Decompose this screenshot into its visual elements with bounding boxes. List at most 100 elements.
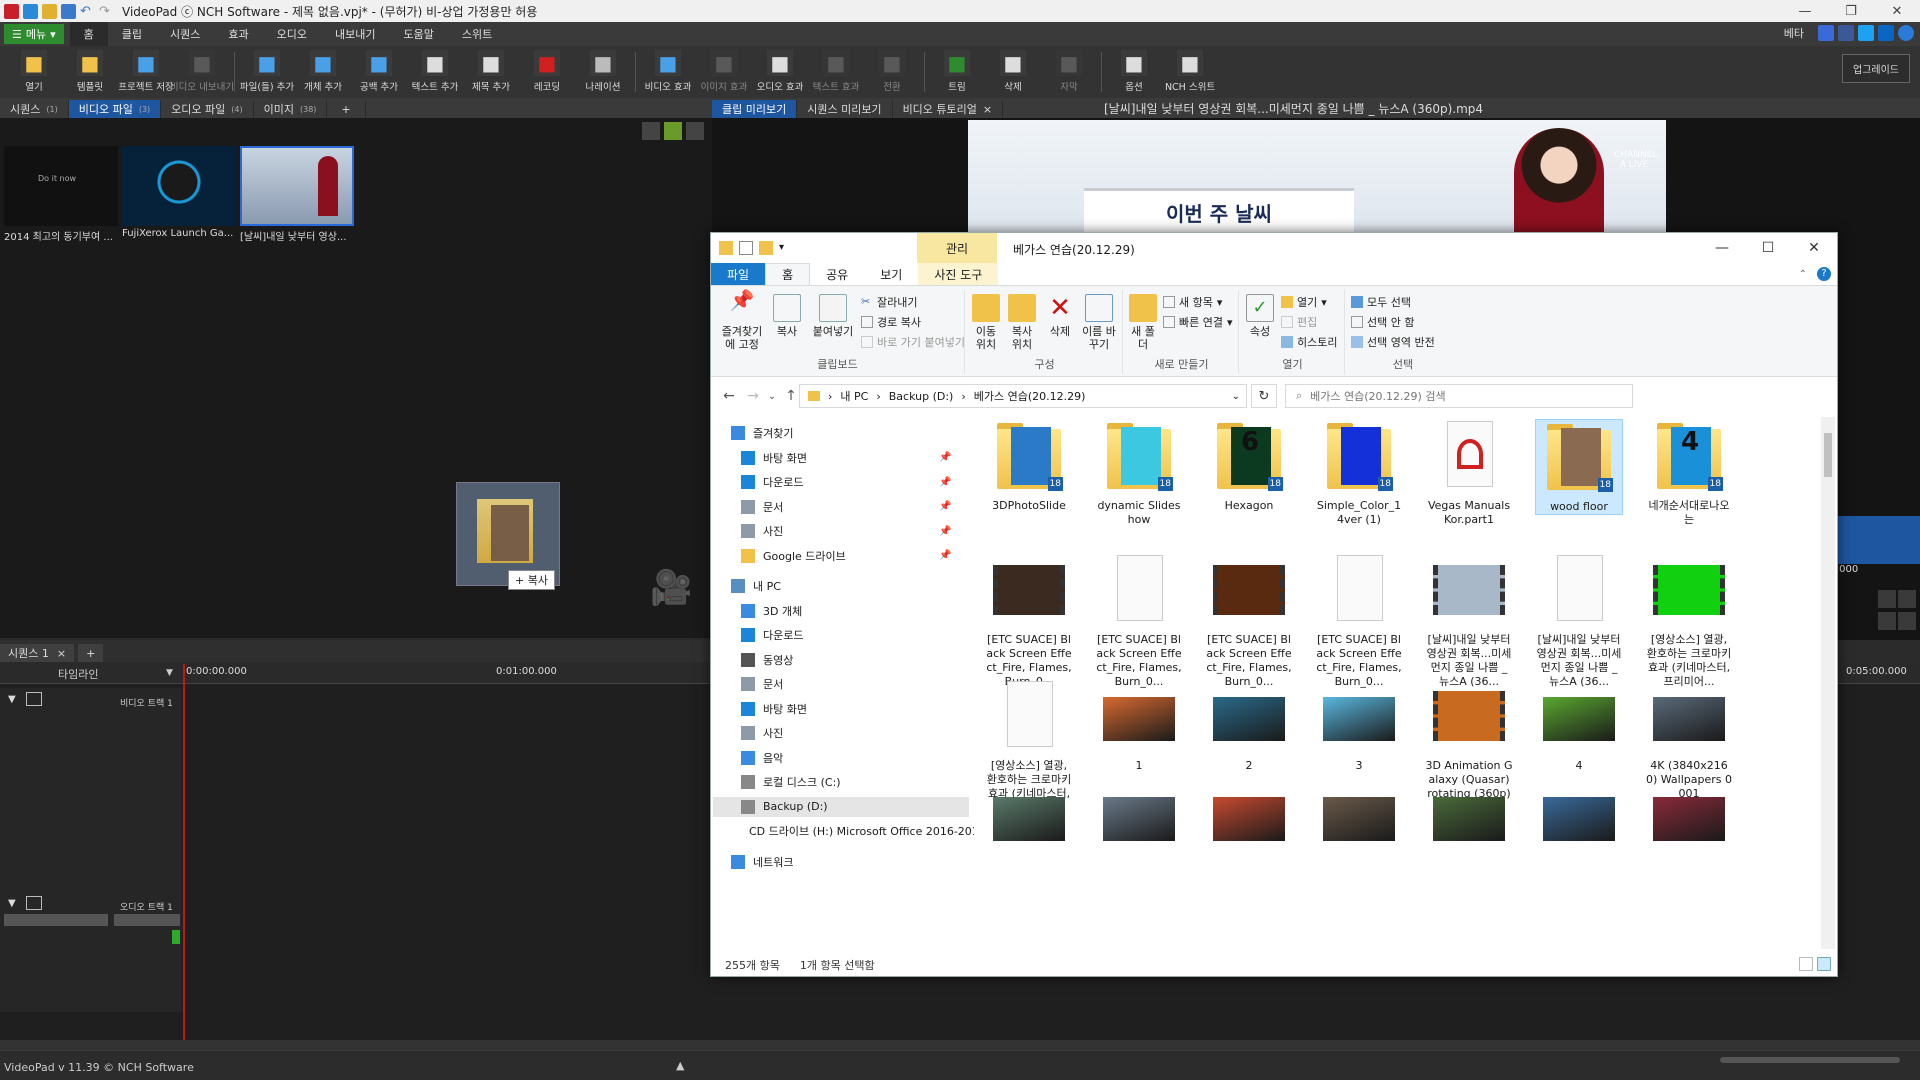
file-item[interactable]: [날씨]내일 낮부터 영상권 회복...미세먼지 종일 나쁨 _ 뉴스A (36…	[1425, 553, 1513, 689]
zoom-out-icon[interactable]	[1878, 590, 1896, 608]
toolbar-button[interactable]: ■ 제목 추가	[463, 46, 519, 98]
recent-locations-icon[interactable]: ⌄	[765, 391, 779, 402]
minimize-button[interactable]: —	[1699, 233, 1745, 263]
details-view-icon[interactable]	[1799, 957, 1813, 971]
open-button[interactable]: 열기 ▾	[1281, 294, 1327, 310]
nav-item[interactable]: 다운로드	[713, 625, 969, 645]
minimize-button[interactable]: —	[1782, 0, 1828, 22]
snapshot-icon[interactable]	[1898, 612, 1916, 630]
file-item[interactable]	[1315, 779, 1403, 859]
file-item[interactable]: [ETC SUACE] Black Screen Effect_Fire, Fl…	[1315, 553, 1403, 689]
menu-button[interactable]: ☰ 메뉴 ▾	[4, 24, 64, 44]
chevron-down-icon[interactable]: ⌄	[1232, 391, 1240, 402]
add-folder-icon[interactable]	[664, 122, 682, 140]
tab-sequence-preview[interactable]: 시퀀스 미리보기	[797, 100, 893, 118]
menu-tab-help[interactable]: 도움말	[390, 22, 448, 46]
tab-share[interactable]: 공유	[810, 263, 864, 285]
tab-picture-tools[interactable]: 사진 도구	[918, 263, 999, 285]
search-input[interactable]	[1310, 389, 1611, 403]
bin-tab-video-files[interactable]: 비디오 파일 (3)	[68, 100, 162, 118]
file-item[interactable]: 3	[1315, 679, 1403, 773]
toolbar-button[interactable]: ■ 나레이션	[575, 46, 631, 98]
properties-icon[interactable]	[739, 241, 753, 255]
tab-video-tutorial[interactable]: 비디오 튜토리얼 ×	[893, 100, 1004, 118]
menu-tab-clip[interactable]: 클립	[108, 22, 156, 46]
bin-tab-images[interactable]: 이미지 (38)	[254, 100, 328, 118]
nav-item[interactable]: Google 드라이브 📌	[713, 546, 969, 566]
file-item[interactable]	[1535, 779, 1623, 859]
manage-context-tab[interactable]: 관리	[917, 233, 997, 263]
file-item[interactable]: [영상소스] 열광, 환호하는 크로마키 효과 (키네마스터, 프리미어...	[1645, 553, 1733, 689]
file-item[interactable]	[1095, 779, 1183, 859]
redo-icon[interactable]: ↷	[99, 4, 114, 19]
undo-icon[interactable]: ↶	[80, 4, 95, 19]
folder-item[interactable]: 18 Simple_Color_14ver (1)	[1315, 419, 1403, 527]
new-folder-button[interactable]: 새 폴더	[1129, 294, 1157, 351]
cut-button[interactable]: ✂ 잘라내기	[861, 294, 917, 310]
tab-clip-preview[interactable]: 클립 미리보기	[712, 100, 798, 118]
refresh-button[interactable]: ↻	[1251, 384, 1277, 408]
fit-icon[interactable]	[1878, 612, 1896, 630]
vertical-scrollbar[interactable]	[1821, 417, 1835, 949]
open-icon[interactable]	[42, 3, 57, 19]
zoom-in-icon[interactable]	[1898, 590, 1916, 608]
nav-item[interactable]: CD 드라이브 (H:) Microsoft Office 2016-2019	[713, 821, 974, 841]
toolbar-button[interactable]: ■ 비디오 효과	[640, 46, 696, 98]
nav-item[interactable]: 음악	[713, 748, 969, 768]
toolbar-button[interactable]: ■ 텍스트 추가	[407, 46, 463, 98]
chevron-down-icon[interactable]: ▼	[166, 668, 173, 678]
video-track-icon[interactable]	[26, 692, 42, 706]
large-icons-view-icon[interactable]	[1817, 957, 1831, 971]
close-button[interactable]: ✕	[1874, 0, 1920, 22]
toolbar-button[interactable]: ■ 삭제	[985, 46, 1041, 98]
copy-button[interactable]: 복사	[769, 294, 805, 338]
nav-item[interactable]: 즐겨찾기	[713, 423, 969, 443]
bin-tab-sequences[interactable]: 시퀀스 (1)	[0, 100, 69, 118]
linkedin-icon[interactable]	[1878, 25, 1894, 41]
collapse-icon[interactable]: ▼	[8, 898, 16, 909]
folder-item[interactable]: 18 3DPhotoSlide	[985, 419, 1073, 513]
nav-item[interactable]: 바탕 화면	[713, 699, 969, 719]
nav-item[interactable]: 사진 📌	[713, 521, 969, 541]
file-item[interactable]: [ETC SUACE] Black Screen Effect_Fire, Fl…	[1095, 553, 1183, 689]
collapse-ribbon-icon[interactable]: ⌃	[1799, 269, 1807, 280]
list-view-icon[interactable]	[686, 122, 704, 140]
file-item[interactable]: 2	[1205, 679, 1293, 773]
tab-home[interactable]: 홈	[765, 263, 811, 285]
menu-tab-export[interactable]: 내보내기	[321, 22, 389, 46]
tab-sequence-1[interactable]: 시퀀스 1 ×	[0, 644, 75, 662]
nav-item[interactable]: 다운로드 📌	[713, 472, 969, 492]
maximize-button[interactable]: ❐	[1828, 0, 1874, 22]
pan-slider[interactable]	[114, 914, 180, 926]
toolbar-button[interactable]: ■ 텍스트 효과	[808, 46, 864, 98]
side-preview-thumb[interactable]	[1836, 516, 1920, 564]
menu-tab-sequence[interactable]: 시퀀스	[156, 22, 214, 46]
nav-item[interactable]: Backup (D:)	[713, 796, 969, 817]
nav-item[interactable]: 사진	[713, 723, 969, 743]
toolbar-button[interactable]: ■ 전환	[864, 46, 920, 98]
chevron-down-icon[interactable]: ▾	[779, 241, 793, 255]
close-icon[interactable]: ×	[983, 103, 992, 116]
select-none-button[interactable]: 선택 안 함	[1351, 314, 1414, 330]
paste-button[interactable]: 붙여넣기	[807, 294, 859, 338]
add-bin-button[interactable]: +	[327, 100, 366, 118]
nav-item[interactable]: 동영상	[713, 650, 969, 670]
nav-item[interactable]: 3D 개체	[713, 601, 969, 621]
pin-button[interactable]: 📌 즐겨찾기에 고정	[717, 290, 767, 351]
menu-tab-suite[interactable]: 스위트	[448, 22, 506, 46]
toolbar-button[interactable]: ■ 레코딩	[519, 46, 575, 98]
add-sequence-button[interactable]: +	[78, 644, 104, 662]
volume-slider[interactable]	[1720, 1057, 1900, 1063]
folder-item[interactable]: 18 dynamic Slideshow	[1095, 419, 1183, 527]
toolbar-button[interactable]: ■ 열기	[6, 46, 62, 98]
toolbar-button[interactable]: ■ 트림	[929, 46, 985, 98]
volume-slider[interactable]	[4, 914, 108, 926]
beta-label[interactable]: 베타	[1784, 25, 1804, 41]
like-icon[interactable]	[1818, 25, 1834, 41]
file-item[interactable]	[1205, 779, 1293, 859]
forward-button[interactable]: →	[741, 388, 765, 404]
select-all-button[interactable]: 모두 선택	[1351, 294, 1411, 310]
maximize-button[interactable]: ☐	[1745, 233, 1791, 263]
menu-tab-home[interactable]: 홈	[69, 22, 108, 46]
help-icon[interactable]: ?	[1817, 267, 1831, 281]
